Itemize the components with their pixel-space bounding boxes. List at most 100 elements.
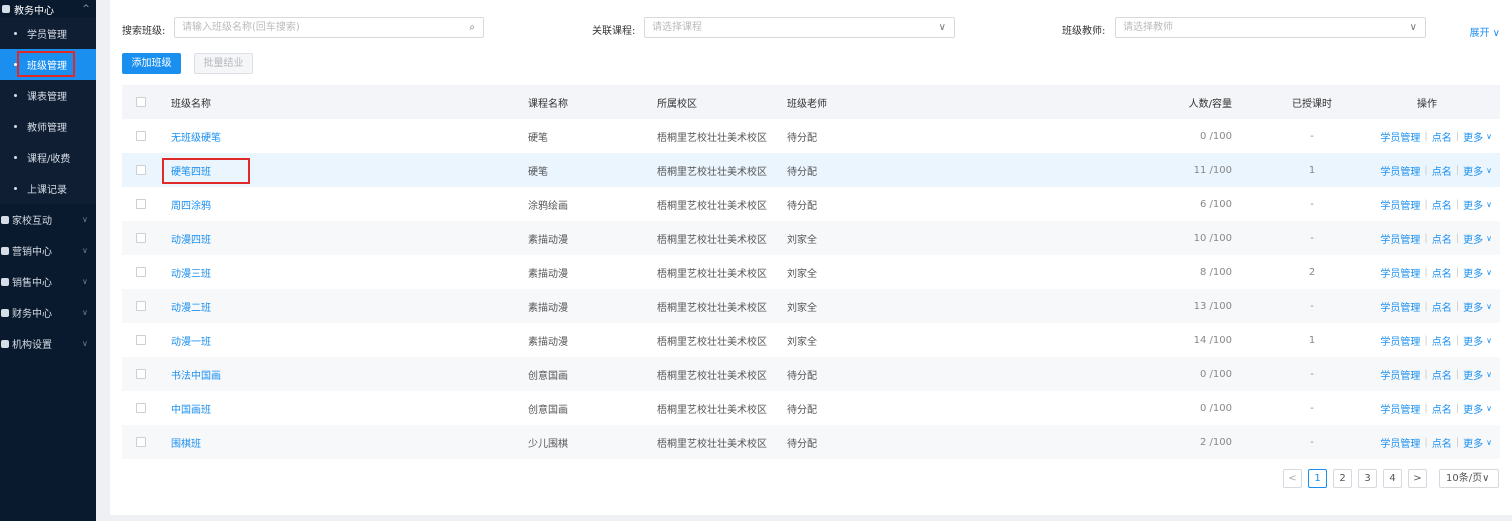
teacher-select[interactable]: 请选择教师 ∨ xyxy=(1115,17,1426,38)
row-actions: 学员管理 | 点名 | 更多 ∨ xyxy=(1372,119,1492,153)
class-name-link[interactable]: 围棋班 xyxy=(171,425,201,459)
campus-name: 梧桐里艺校壮壮美术校区 xyxy=(657,336,767,348)
taught-hours: - xyxy=(1310,368,1314,380)
taught-hours: 1 xyxy=(1308,164,1316,176)
student-manage-link[interactable]: 学员管理 xyxy=(1380,401,1420,416)
sidebar-item-2[interactable]: 课表管理 xyxy=(0,80,96,111)
roll-call-link[interactable]: 点名 xyxy=(1432,333,1452,348)
more-dropdown[interactable]: 更多 xyxy=(1463,333,1483,348)
row-checkbox[interactable] xyxy=(136,267,146,277)
page-button-4[interactable]: 4 xyxy=(1383,469,1402,488)
roll-call-link[interactable]: 点名 xyxy=(1432,401,1452,416)
course-name: 素描动漫 xyxy=(528,234,568,246)
row-checkbox[interactable] xyxy=(136,131,146,141)
row-checkbox[interactable] xyxy=(136,301,146,311)
add-class-button[interactable]: 添加班级 xyxy=(122,53,181,74)
more-dropdown[interactable]: 更多 xyxy=(1463,129,1483,144)
class-name-link[interactable]: 动漫一班 xyxy=(171,323,211,357)
sidebar-item-0[interactable]: 学员管理 xyxy=(0,18,96,49)
sidebar-group-1[interactable]: 营销中心 ∨ xyxy=(0,235,96,266)
row-checkbox[interactable] xyxy=(136,403,146,413)
sidebar-item-3[interactable]: 教师管理 xyxy=(0,111,96,142)
page-button-3[interactable]: 3 xyxy=(1358,469,1377,488)
sidebar-item-5[interactable]: 上课记录 xyxy=(0,173,96,204)
course-name: 素描动漫 xyxy=(528,336,568,348)
student-manage-link[interactable]: 学员管理 xyxy=(1380,299,1420,314)
batch-graduate-button[interactable]: 批量结业 xyxy=(194,53,253,74)
divider: | xyxy=(1424,266,1428,278)
class-name-link[interactable]: 中国画班 xyxy=(171,391,211,425)
next-page-button[interactable]: > xyxy=(1408,469,1427,488)
class-name-link[interactable]: 动漫四班 xyxy=(171,221,211,255)
sidebar-item-1[interactable]: 班级管理 xyxy=(0,49,96,80)
divider: | xyxy=(1424,300,1428,312)
class-name-link[interactable]: 动漫二班 xyxy=(171,289,211,323)
chevron-down-icon: ∨ xyxy=(1486,131,1492,141)
class-name-link[interactable]: 书法中国画 xyxy=(171,357,221,391)
roll-call-link[interactable]: 点名 xyxy=(1432,299,1452,314)
student-manage-link[interactable]: 学员管理 xyxy=(1380,231,1420,246)
more-dropdown[interactable]: 更多 xyxy=(1463,401,1483,416)
row-checkbox[interactable] xyxy=(136,165,146,175)
search-icon[interactable]: ⌕ xyxy=(469,18,475,37)
row-checkbox[interactable] xyxy=(136,369,146,379)
class-name-link[interactable]: 无班级硬笔 xyxy=(171,119,221,153)
roll-call-link[interactable]: 点名 xyxy=(1432,435,1452,450)
more-dropdown[interactable]: 更多 xyxy=(1463,435,1483,450)
select-all-checkbox[interactable] xyxy=(136,97,146,107)
more-dropdown[interactable]: 更多 xyxy=(1463,265,1483,280)
sidebar-item-4[interactable]: 课程/收费 xyxy=(0,142,96,173)
student-manage-link[interactable]: 学员管理 xyxy=(1380,435,1420,450)
sidebar-group-0[interactable]: 家校互动 ∨ xyxy=(0,204,96,235)
more-dropdown[interactable]: 更多 xyxy=(1463,163,1483,178)
student-manage-link[interactable]: 学员管理 xyxy=(1380,265,1420,280)
sidebar-group-4[interactable]: 机构设置 ∨ xyxy=(0,328,96,359)
row-checkbox[interactable] xyxy=(136,437,146,447)
course-select[interactable]: 请选择课程 ∨ xyxy=(644,17,955,38)
prev-page-button[interactable]: < xyxy=(1283,469,1302,488)
class-name-link[interactable]: 周四涂鸦 xyxy=(171,187,211,221)
sidebar-group-label: 财务中心 xyxy=(12,309,52,320)
roll-call-link[interactable]: 点名 xyxy=(1432,197,1452,212)
divider: | xyxy=(1424,368,1428,380)
row-actions: 学员管理 | 点名 | 更多 ∨ xyxy=(1372,425,1492,459)
search-input[interactable]: 请输入班级名称(回车搜索) ⌕ xyxy=(174,17,484,38)
sidebar-group-label: 机构设置 xyxy=(12,340,52,351)
more-dropdown[interactable]: 更多 xyxy=(1463,367,1483,382)
sidebar-group-2[interactable]: 销售中心 ∨ xyxy=(0,266,96,297)
more-dropdown[interactable]: 更多 xyxy=(1463,231,1483,246)
sidebar-item-label: 上课记录 xyxy=(27,185,67,196)
row-checkbox[interactable] xyxy=(136,233,146,243)
teacher-name: 待分配 xyxy=(787,200,817,212)
taught-hours: 1 xyxy=(1308,334,1316,346)
class-name-link[interactable]: 动漫三班 xyxy=(171,255,211,289)
chevron-down-icon: ∨ xyxy=(1486,165,1492,175)
taught-hours: 2 xyxy=(1308,266,1316,278)
menu-teaching-center[interactable]: 教务中心 ^ xyxy=(0,0,96,18)
more-dropdown[interactable]: 更多 xyxy=(1463,299,1483,314)
campus-name: 梧桐里艺校壮壮美术校区 xyxy=(657,234,767,246)
roll-call-link[interactable]: 点名 xyxy=(1432,265,1452,280)
student-manage-link[interactable]: 学员管理 xyxy=(1380,197,1420,212)
row-checkbox[interactable] xyxy=(136,335,146,345)
page-button-1[interactable]: 1 xyxy=(1308,469,1327,488)
divider: | xyxy=(1455,266,1460,278)
page-button-2[interactable]: 2 xyxy=(1333,469,1352,488)
roll-call-link[interactable]: 点名 xyxy=(1432,129,1452,144)
roll-call-link[interactable]: 点名 xyxy=(1432,163,1452,178)
teacher-name: 待分配 xyxy=(787,438,817,450)
roll-call-link[interactable]: 点名 xyxy=(1432,367,1452,382)
campus-name: 梧桐里艺校壮壮美术校区 xyxy=(657,268,767,280)
chevron-down-icon: ∨ xyxy=(1486,335,1492,345)
more-dropdown[interactable]: 更多 xyxy=(1463,197,1483,212)
student-manage-link[interactable]: 学员管理 xyxy=(1380,163,1420,178)
row-checkbox[interactable] xyxy=(136,199,146,209)
sidebar-group-3[interactable]: 财务中心 ∨ xyxy=(0,297,96,328)
chevron-down-icon: ∨ xyxy=(82,215,88,224)
student-manage-link[interactable]: 学员管理 xyxy=(1380,367,1420,382)
student-manage-link[interactable]: 学员管理 xyxy=(1380,333,1420,348)
page-size-select[interactable]: 10条/页∨ xyxy=(1439,469,1499,488)
roll-call-link[interactable]: 点名 xyxy=(1432,231,1452,246)
student-manage-link[interactable]: 学员管理 xyxy=(1380,129,1420,144)
expand-link[interactable]: 展开 ∨ xyxy=(1470,24,1501,39)
